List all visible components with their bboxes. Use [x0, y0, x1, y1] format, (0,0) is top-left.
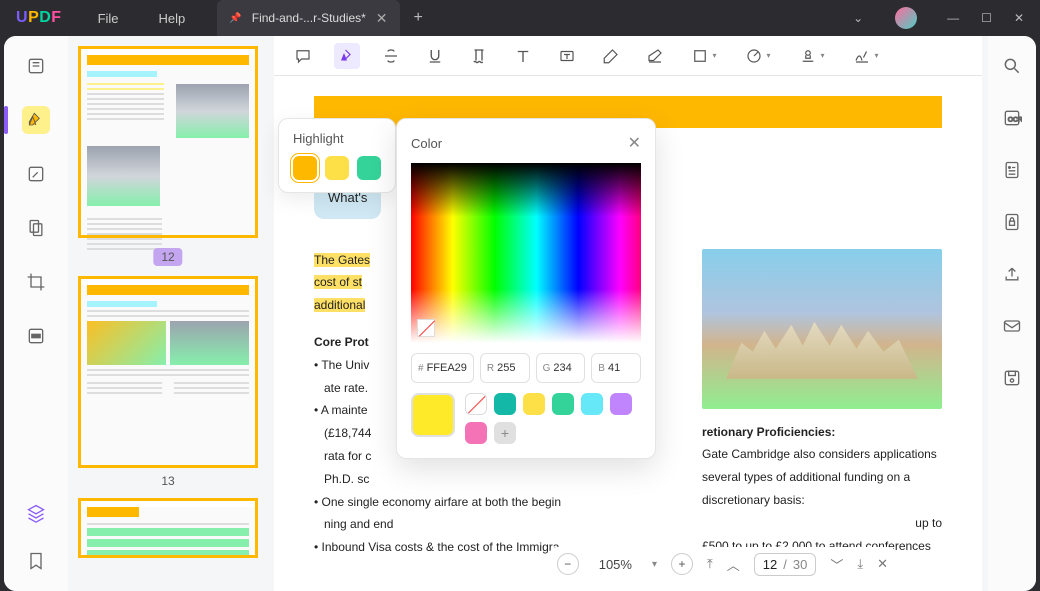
page-indicator[interactable]: 12 / 30	[754, 553, 817, 576]
shape-tool[interactable]	[686, 43, 722, 69]
annotation-toolbar	[274, 36, 982, 76]
thumbnail-label-13: 13	[78, 474, 258, 488]
reader-mode-icon[interactable]	[22, 52, 50, 80]
search-icon[interactable]	[998, 52, 1026, 80]
bottom-bar: − 105% ▾ + ⤒ ︿ 12 / 30 ﹀ ⤓ ✕	[549, 547, 896, 581]
zoom-value[interactable]: 105%	[593, 557, 638, 572]
highlight-swatch-0[interactable]	[293, 156, 317, 180]
share-icon[interactable]	[998, 260, 1026, 288]
sticker-tool[interactable]	[740, 43, 776, 69]
zoom-in-button[interactable]: +	[671, 553, 693, 575]
r-field[interactable]: R255	[480, 353, 530, 383]
user-avatar[interactable]	[895, 7, 917, 29]
menu-help[interactable]: Help	[139, 11, 206, 26]
close-window-button[interactable]: ✕	[1014, 11, 1024, 25]
comment-mode-icon[interactable]	[22, 106, 50, 134]
close-bar-button[interactable]: ✕	[877, 556, 888, 572]
color-close-icon[interactable]: ✕	[628, 133, 641, 153]
preset-none[interactable]	[465, 393, 487, 415]
menu-file[interactable]: File	[78, 11, 139, 26]
zoom-caret-icon[interactable]: ▾	[652, 559, 657, 570]
prev-page-button[interactable]: ︿	[727, 555, 740, 574]
main-area: 12 13	[4, 36, 1036, 591]
preset-pink[interactable]	[465, 422, 487, 444]
right-rail: OCR	[988, 36, 1036, 591]
maximize-button[interactable]: ☐	[981, 11, 992, 25]
redact-icon[interactable]	[22, 322, 50, 350]
edit-mode-icon[interactable]	[22, 160, 50, 188]
squiggly-tool[interactable]	[466, 43, 492, 69]
tab-title: Find-and-...r-Studies*	[252, 11, 366, 25]
save-icon[interactable]	[998, 364, 1026, 392]
b-field[interactable]: B41	[591, 353, 641, 383]
close-tab-icon[interactable]: ✕	[376, 10, 388, 27]
color-preview	[411, 393, 455, 437]
preset-green[interactable]	[552, 393, 574, 415]
app-logo: UPDF	[0, 9, 78, 27]
signature-tool[interactable]	[848, 43, 884, 69]
text-tool[interactable]	[510, 43, 536, 69]
highlight-swatch-1[interactable]	[325, 156, 349, 180]
highlight-panel: Highlight	[278, 118, 396, 193]
titlebar: UPDF File Help 📌 Find-and-...r-Studies* …	[0, 0, 1040, 36]
bookmark-icon[interactable]	[22, 547, 50, 575]
document-tab[interactable]: 📌 Find-and-...r-Studies* ✕	[217, 0, 399, 36]
left-rail	[4, 36, 68, 591]
highlight-swatch-2[interactable]	[357, 156, 381, 180]
preset-purple[interactable]	[610, 393, 632, 415]
protect-icon[interactable]	[998, 208, 1026, 236]
preset-teal[interactable]	[494, 393, 516, 415]
add-tab-button[interactable]: +	[414, 9, 423, 27]
minimize-button[interactable]: —	[947, 11, 959, 25]
strikethrough-tool[interactable]	[378, 43, 404, 69]
organize-pages-icon[interactable]	[22, 214, 50, 242]
preset-add[interactable]: +	[494, 422, 516, 444]
layers-icon[interactable]	[22, 499, 50, 527]
next-page-button[interactable]: ﹀	[830, 555, 843, 574]
color-panel: Color ✕ #FFEA29 R255 G234 B41 +	[396, 118, 656, 459]
window-controls: — ☐ ✕	[931, 11, 1040, 25]
eraser-tool[interactable]	[642, 43, 668, 69]
pin-icon: 📌	[229, 13, 241, 24]
document-photo	[702, 249, 942, 409]
comment-tool[interactable]	[290, 43, 316, 69]
color-spectrum[interactable]	[411, 163, 641, 343]
crop-icon[interactable]	[22, 268, 50, 296]
email-icon[interactable]	[998, 312, 1026, 340]
zoom-out-button[interactable]: −	[557, 553, 579, 575]
thumbnail-page-12[interactable]	[78, 46, 258, 238]
hex-field[interactable]: #FFEA29	[411, 353, 474, 383]
window-dropdown[interactable]: ⌄	[853, 11, 863, 25]
g-field[interactable]: G234	[536, 353, 586, 383]
preset-cyan[interactable]	[581, 393, 603, 415]
highlight-title: Highlight	[293, 131, 381, 146]
textbox-tool[interactable]	[554, 43, 580, 69]
stamp-tool[interactable]	[794, 43, 830, 69]
preset-yellow[interactable]	[523, 393, 545, 415]
pencil-tool[interactable]	[598, 43, 624, 69]
color-title: Color	[411, 136, 442, 151]
form-icon[interactable]	[998, 156, 1026, 184]
thumbnail-panel: 12 13	[68, 36, 268, 591]
ocr-icon[interactable]: OCR	[998, 104, 1026, 132]
thumbnail-label-12: 12	[153, 248, 182, 266]
underline-tool[interactable]	[422, 43, 448, 69]
last-page-button[interactable]: ⤓	[857, 556, 863, 572]
thumbnail-page-13[interactable]	[78, 276, 258, 468]
no-color-swatch[interactable]	[417, 319, 435, 337]
first-page-button[interactable]: ⤒	[707, 556, 713, 572]
thumbnail-page-14[interactable]	[78, 498, 258, 558]
svg-text:OCR: OCR	[1008, 116, 1022, 123]
highlighter-tool[interactable]	[334, 43, 360, 69]
